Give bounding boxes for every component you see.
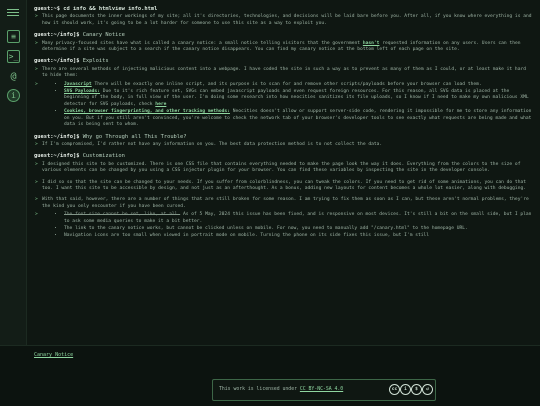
cc-nc-icon: $	[411, 384, 422, 395]
arrow-icon: >	[35, 66, 38, 72]
command: cd info && htmlview info.html	[63, 6, 158, 12]
intro: > This page documents the inner workings …	[35, 14, 532, 26]
license-link[interactable]: CC BY-NC-SA 4.0	[300, 387, 343, 392]
customization-p2: > I did so so that the site can be change…	[35, 179, 526, 191]
list-item: The link to the canary notice works, but…	[64, 226, 532, 232]
section-customization: guest:~/info]$ Customization	[34, 153, 125, 160]
arrow-icon: >	[35, 179, 38, 185]
list-item: Javascript There will be exactly one inl…	[64, 82, 532, 88]
list-item: Navigation icons are too small when view…	[64, 233, 532, 239]
arrow-icon: >	[35, 81, 38, 87]
command-line: guest:~$ cd info && htmlview info.html	[34, 6, 532, 12]
arrow-icon: >	[35, 161, 38, 167]
cc-sa-icon: ↺	[422, 384, 433, 395]
arrow-icon: >	[35, 14, 38, 20]
here-link[interactable]: here	[155, 102, 166, 107]
document-icon[interactable]: ≡	[7, 30, 20, 43]
arrow-icon: >	[35, 141, 38, 147]
section-heading: Canary Notice	[82, 32, 125, 39]
section-canary: guest:~/info]$ Canary Notice	[34, 32, 125, 39]
list-item: SVG Payloads: Due to it's rich feature s…	[64, 89, 532, 108]
section-heading: Customization	[82, 153, 125, 160]
info-icon[interactable]: i	[7, 89, 20, 102]
list-item: The font size cannot be set, like, at al…	[64, 212, 532, 225]
cc-by-icon: i	[400, 384, 411, 395]
customization-p1: > I designed this site to be customized. …	[35, 161, 521, 174]
arrow-icon: >	[35, 197, 38, 203]
license-text: This work is licensed under CC BY-NC-SA …	[219, 387, 344, 392]
section-heading: Why go Through all This Trouble?	[82, 133, 187, 140]
terminal-icon[interactable]: >_	[7, 50, 20, 63]
contact-icon[interactable]: @	[7, 70, 20, 83]
list-item: Cookies, browser fingerprinting, and oth…	[64, 109, 532, 128]
struck-text: The font size cannot be set, like, at al…	[64, 212, 181, 218]
why-text: > If I'm compromised, I'd rather not have…	[35, 141, 383, 147]
arrow-icon: >	[35, 212, 38, 218]
customization-p3: > With that said, however, there are a nu…	[35, 197, 529, 209]
section-heading: Exploits	[82, 58, 109, 65]
exploits-text: > There are several methods of injecting …	[35, 66, 526, 79]
cc-icon: cc	[389, 384, 400, 395]
prompt: guest:~$	[34, 6, 60, 12]
arrow-icon: >	[35, 40, 38, 46]
canary-notice-link[interactable]: Canary Notice	[34, 352, 73, 358]
emphasis: hasn't	[362, 40, 380, 46]
section-exploits: guest:~/info]$ Exploits	[34, 58, 109, 65]
bug-list: > The font size cannot be set, like, at …	[34, 212, 532, 240]
section-why: guest:~/info]$ Why go Through all This T…	[34, 133, 187, 140]
canary-text: > Many privacy-focused sites have what is…	[35, 40, 521, 53]
menu-icon[interactable]	[7, 9, 19, 18]
exploits-list: > Javascript There will be exactly one i…	[34, 82, 532, 129]
terminal-output: guest:~$ cd info && htmlview info.html >…	[34, 6, 532, 342]
license-box: This work is licensed under CC BY-NC-SA …	[212, 379, 436, 401]
